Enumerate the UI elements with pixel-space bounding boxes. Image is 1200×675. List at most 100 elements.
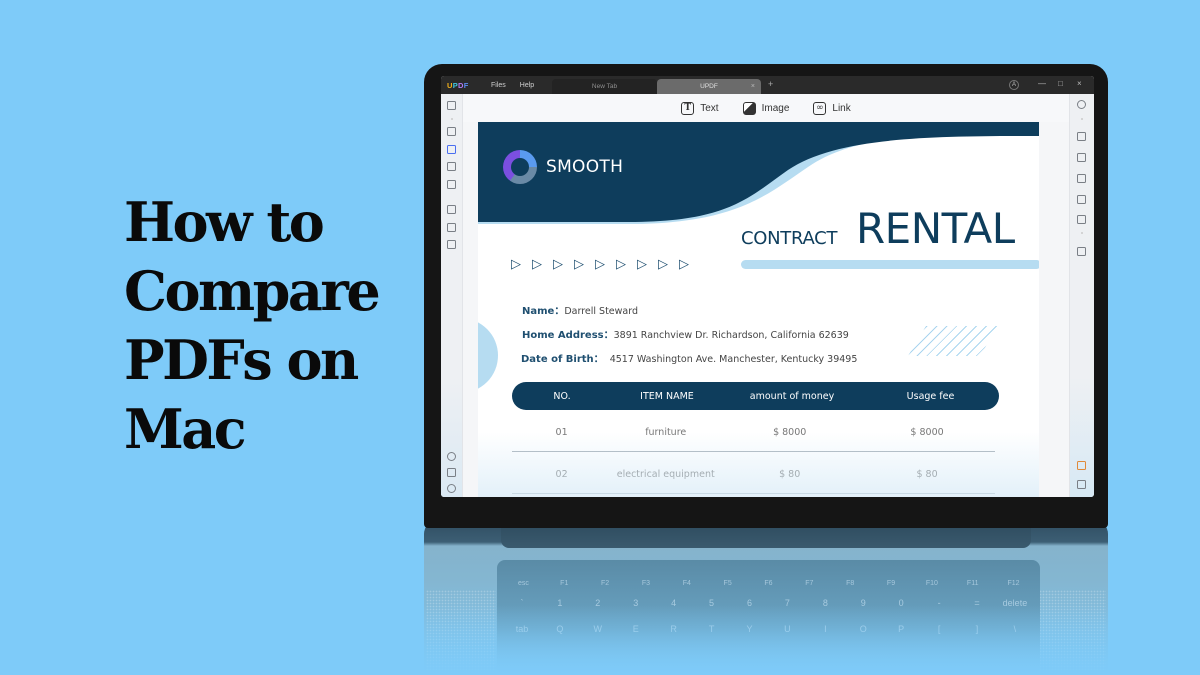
chat-icon[interactable] — [1077, 480, 1086, 489]
left-toolbar — [441, 94, 463, 497]
menu-files[interactable]: Files — [491, 82, 506, 89]
field-label: Home Address： — [522, 330, 614, 341]
key: F9 — [886, 580, 896, 587]
cell-usage-fee: $ 8000 — [910, 427, 944, 438]
field-label: Name： — [522, 306, 565, 317]
ocr-scan-icon[interactable] — [1077, 132, 1086, 141]
add-image-button[interactable]: Image — [742, 101, 790, 115]
separator — [1081, 232, 1083, 234]
tab-new-tab[interactable]: New Tab — [552, 79, 657, 94]
field-value: 3891 Ranchview Dr. Richardson, Californi… — [613, 330, 849, 341]
key: F12 — [1007, 580, 1020, 587]
headline-line: How to — [124, 190, 325, 254]
column-header: ITEM NAME — [640, 390, 694, 402]
maximize-button[interactable]: □ — [1058, 79, 1063, 88]
headline-line: Mac — [124, 397, 247, 461]
title-contract: CONTRACT — [741, 228, 838, 249]
tool-label: Text — [700, 102, 719, 114]
cell-no: 02 — [555, 469, 568, 480]
title-rental: RENTAL — [856, 204, 1015, 253]
tool-label: Link — [832, 102, 851, 114]
arrow-icon: ▷ — [574, 256, 584, 271]
arrow-icon: ▷ — [637, 256, 647, 271]
field-date-of-birth: Date of Birth： 4517 Washington Ave. Manch… — [521, 350, 857, 365]
brand-logo-icon — [503, 150, 537, 184]
tab-label: New Tab — [591, 83, 618, 90]
column-header: NO. — [553, 390, 571, 402]
separator — [451, 118, 453, 120]
field-name: Name：Darrell Steward — [522, 302, 638, 317]
account-icon[interactable]: A — [1009, 80, 1019, 90]
cell-amount: $ 80 — [779, 469, 801, 480]
compare-icon[interactable] — [447, 240, 456, 249]
field-home-address: Home Address：3891 Ranchview Dr. Richards… — [522, 326, 849, 341]
close-window-button[interactable]: × — [1077, 79, 1082, 88]
cell-usage-fee: $ 80 — [916, 469, 938, 480]
edit-pdf-icon[interactable] — [447, 145, 456, 154]
bookmark-icon[interactable] — [447, 468, 456, 477]
key: F5 — [723, 580, 732, 587]
image-icon — [742, 101, 756, 115]
updf-logo: UPDF — [447, 81, 477, 90]
key: F2 — [601, 580, 610, 587]
cell-no: 01 — [555, 427, 568, 438]
organize-pages-icon[interactable] — [447, 162, 456, 171]
table-header: NO. ITEM NAME amount of money Usage fee — [512, 382, 999, 410]
key: F4 — [682, 580, 691, 587]
thumbnail-icon[interactable] — [447, 101, 456, 110]
logo-letter: F — [463, 80, 469, 90]
table-row: 02 electrical equipment $ 80 $ 80 — [512, 456, 995, 494]
app-window: UPDF Files Help New Tab UPDF × + A — □ × — [441, 76, 1094, 497]
save-icon[interactable] — [1077, 247, 1086, 256]
text-icon: T — [681, 101, 695, 115]
new-tab-button[interactable]: + — [768, 79, 773, 89]
tool-label: Image — [761, 102, 790, 114]
field-value: Darrell Steward — [564, 306, 639, 317]
decorative-hatch — [908, 326, 998, 356]
table-row: 01 furniture $ 8000 $ 8000 — [512, 414, 995, 452]
separator — [1081, 118, 1083, 120]
key: F8 — [846, 580, 855, 587]
laptop-base: esc F1 F2 F3 F4 F5 F6 F7 F8 F9 F10 F11 F12 ` 1 2 3 4 5 6 7 8… — [424, 520, 1108, 675]
title-bar: UPDF Files Help New Tab UPDF × + A — □ × — [441, 76, 1094, 94]
ocr-icon[interactable] — [447, 205, 456, 214]
arrow-icon: ▷ — [679, 256, 689, 271]
email-icon[interactable] — [1077, 215, 1086, 224]
protect-icon[interactable] — [447, 223, 456, 232]
comment-icon[interactable] — [447, 127, 456, 136]
pdf-page[interactable]: SMOOTH CONTRACT RENTAL ▷ ▷ ▷ ▷ ▷ ▷ ▷ ▷ ▷ Name：Da… — [478, 122, 1039, 497]
title-underline — [741, 260, 1039, 269]
menu-help[interactable]: Help — [520, 82, 534, 89]
tab-label: UPDF — [700, 83, 718, 90]
key: F1 — [560, 580, 569, 587]
arrow-icon: ▷ — [595, 256, 605, 271]
tab-close-icon[interactable]: × — [751, 83, 755, 90]
form-icon[interactable] — [447, 180, 456, 189]
link-icon: ∞ — [813, 101, 827, 115]
layers-icon[interactable] — [447, 452, 456, 461]
search-icon[interactable] — [1077, 100, 1086, 109]
key: esc — [517, 580, 529, 587]
share-icon[interactable] — [1077, 195, 1086, 204]
arrow-icon: ▷ — [616, 256, 626, 271]
edit-toolbar: T Text Image ∞ Link — [463, 94, 1069, 122]
add-link-button[interactable]: ∞ Link — [813, 101, 851, 115]
convert-icon[interactable] — [1077, 153, 1086, 162]
brand: SMOOTH — [503, 150, 623, 184]
cell-item-name: electrical equipment — [616, 469, 715, 480]
add-text-button[interactable]: T Text — [681, 101, 719, 115]
column-header: Usage fee — [906, 390, 955, 402]
key: F3 — [641, 580, 651, 587]
protect-file-icon[interactable] — [1077, 174, 1086, 183]
arrow-icon: ▷ — [553, 256, 563, 271]
ai-assistant-icon[interactable] — [1077, 461, 1086, 470]
attachment-icon[interactable] — [447, 484, 456, 493]
field-value: 4517 Washington Ave. Manchester, Kentuck… — [609, 354, 858, 365]
headline-line: Compare — [124, 259, 381, 323]
key: F11 — [966, 580, 979, 587]
tab-updf[interactable]: UPDF × — [657, 79, 761, 94]
right-toolbar — [1069, 94, 1094, 497]
minimize-button[interactable]: — — [1038, 79, 1046, 88]
headline: How to Compare PDFs on Mac — [124, 188, 414, 464]
headline-line: PDFs on — [124, 328, 359, 392]
